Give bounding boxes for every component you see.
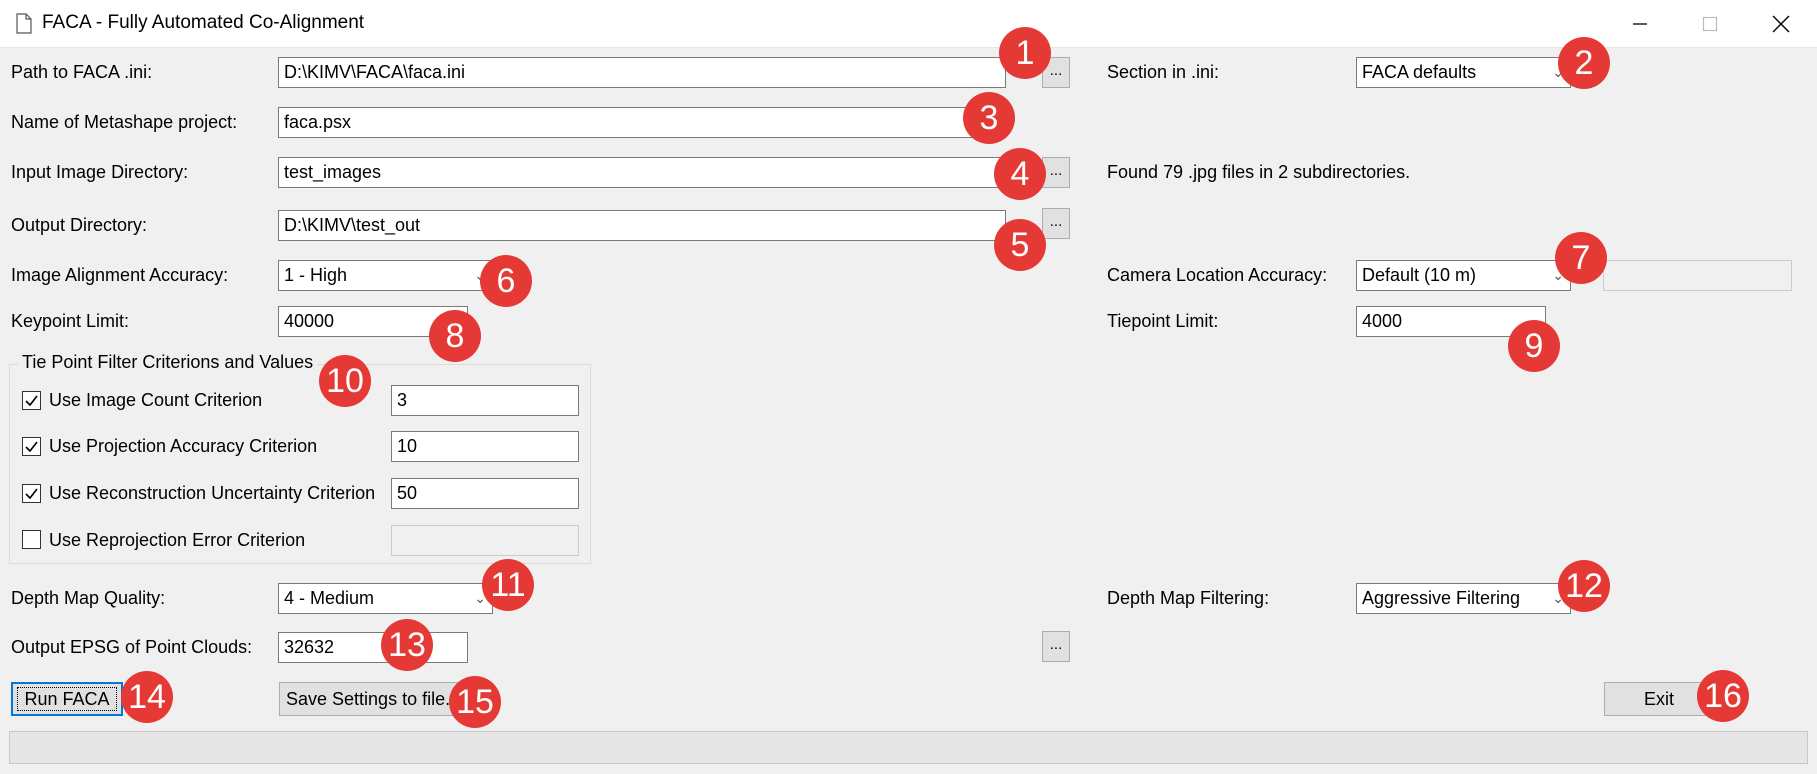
depth-map-filtering-value: Aggressive Filtering xyxy=(1362,588,1521,608)
epsg-browse-button[interactable]: ... xyxy=(1042,631,1070,662)
close-button[interactable] xyxy=(1745,0,1817,47)
run-faca-label: Run FACA xyxy=(17,687,117,711)
camera-location-accuracy-value: Default (10 m) xyxy=(1362,265,1477,285)
check-icon xyxy=(25,488,38,500)
marker-5: 5 xyxy=(994,219,1046,271)
run-faca-button[interactable]: Run FACA xyxy=(11,682,123,716)
camera-location-custom-input xyxy=(1603,260,1792,291)
alignment-accuracy-combo[interactable]: 1 - High ⌄ xyxy=(278,260,493,291)
marker-9: 9 xyxy=(1508,320,1560,372)
ini-section-combo[interactable]: FACA defaults ⌄ xyxy=(1356,57,1571,88)
camera-location-accuracy-label: Camera Location Accuracy: xyxy=(1107,265,1328,285)
document-icon xyxy=(16,13,32,34)
output-dir-input[interactable]: D:\KIMV\test_out xyxy=(278,210,1006,241)
marker-1: 1 xyxy=(999,27,1051,79)
minimize-icon xyxy=(1633,22,1647,25)
projection-accuracy-input[interactable]: 10 xyxy=(391,431,579,462)
marker-6: 6 xyxy=(480,255,532,307)
marker-10: 10 xyxy=(319,355,371,407)
ini-path-label: Path to FACA .ini: xyxy=(11,62,153,82)
reconstruction-uncertainty-input[interactable]: 50 xyxy=(391,478,579,509)
title-bar: FACA - Fully Automated Co-Alignment xyxy=(0,0,1817,48)
reprojection-error-label: Use Reprojection Error Criterion xyxy=(49,530,306,550)
ini-section-value: FACA defaults xyxy=(1362,62,1477,82)
output-dir-label: Output Directory: xyxy=(11,215,148,235)
marker-16: 16 xyxy=(1697,670,1749,722)
check-icon xyxy=(25,441,38,453)
depth-map-quality-label: Depth Map Quality: xyxy=(11,588,166,608)
input-dir-browse-button[interactable]: ... xyxy=(1042,157,1070,188)
alignment-accuracy-label: Image Alignment Accuracy: xyxy=(11,265,229,285)
status-bar xyxy=(9,731,1808,764)
depth-map-filtering-label: Depth Map Filtering: xyxy=(1107,588,1270,608)
project-name-label: Name of Metashape project: xyxy=(11,112,238,132)
window-title: FACA - Fully Automated Co-Alignment xyxy=(42,12,365,33)
ini-section-label: Section in .ini: xyxy=(1107,62,1220,82)
input-dir-input[interactable]: test_images xyxy=(278,157,1006,188)
projection-accuracy-label: Use Projection Accuracy Criterion xyxy=(49,436,318,456)
marker-7: 7 xyxy=(1555,232,1607,284)
depth-map-quality-value: 4 - Medium xyxy=(284,588,375,608)
tie-point-filter-title: Tie Point Filter Criterions and Values xyxy=(18,352,318,373)
tiepoint-limit-label: Tiepoint Limit: xyxy=(1107,311,1219,331)
output-epsg-label: Output EPSG of Point Clouds: xyxy=(11,637,253,657)
marker-4: 4 xyxy=(994,148,1046,200)
input-dir-label: Input Image Directory: xyxy=(11,162,189,182)
depth-map-quality-combo[interactable]: 4 - Medium ⌄ xyxy=(278,583,493,614)
reconstruction-uncertainty-checkbox[interactable] xyxy=(22,484,41,503)
project-name-input[interactable]: faca.psx xyxy=(278,107,1006,138)
marker-13: 13 xyxy=(381,619,433,671)
marker-3: 3 xyxy=(963,92,1015,144)
projection-accuracy-checkbox[interactable] xyxy=(22,437,41,456)
reprojection-error-input xyxy=(391,525,579,556)
image-count-label: Use Image Count Criterion xyxy=(49,390,263,410)
marker-8: 8 xyxy=(429,310,481,362)
maximize-button[interactable] xyxy=(1674,0,1746,47)
image-count-checkbox[interactable] xyxy=(22,391,41,410)
minimize-button[interactable] xyxy=(1604,0,1676,47)
camera-location-accuracy-combo[interactable]: Default (10 m) ⌄ xyxy=(1356,260,1571,291)
alignment-accuracy-value: 1 - High xyxy=(284,265,348,285)
ini-path-input[interactable]: D:\KIMV\FACA\faca.ini xyxy=(278,57,1006,88)
marker-2: 2 xyxy=(1558,37,1610,89)
output-dir-browse-button[interactable]: ... xyxy=(1042,208,1070,239)
check-icon xyxy=(25,395,38,407)
marker-14: 14 xyxy=(121,671,173,723)
marker-15: 15 xyxy=(449,676,501,728)
keypoint-limit-label: Keypoint Limit: xyxy=(11,311,130,331)
close-icon xyxy=(1772,15,1790,32)
marker-12: 12 xyxy=(1558,560,1610,612)
reprojection-error-checkbox[interactable] xyxy=(22,530,41,549)
save-settings-button[interactable]: Save Settings to file... xyxy=(279,682,459,716)
reconstruction-uncertainty-label: Use Reconstruction Uncertainty Criterion xyxy=(49,483,376,503)
image-count-input[interactable]: 3 xyxy=(391,385,579,416)
marker-11: 11 xyxy=(482,559,534,611)
found-files-info: Found 79 .jpg files in 2 subdirectories. xyxy=(1107,162,1411,182)
depth-map-filtering-combo[interactable]: Aggressive Filtering ⌄ xyxy=(1356,583,1571,614)
output-epsg-input[interactable]: 32632 xyxy=(278,632,468,663)
maximize-icon xyxy=(1702,16,1718,31)
